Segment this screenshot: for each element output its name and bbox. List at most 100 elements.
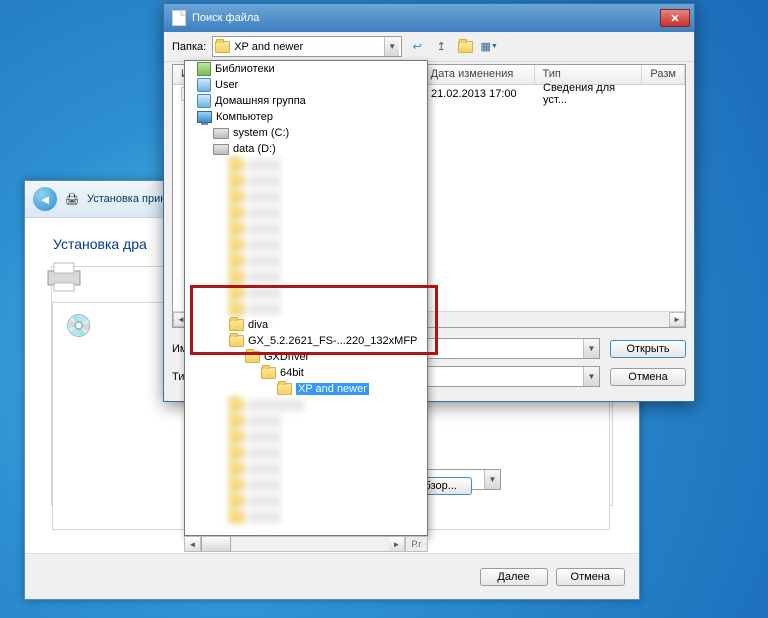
tree-node[interactable]: GX_5.2.2621_FS-...220_132xMFP [185,333,427,349]
up-folder-icon[interactable]: ↥ [432,38,450,56]
fold-icon [229,479,244,491]
fold-icon [229,415,244,427]
tree-node[interactable]: XP and newer [185,381,427,397]
tree-node-label: hidden [248,239,281,251]
tree-node[interactable]: hidden [185,189,427,205]
printer-icon: 🖨 [65,193,79,206]
tree-node-label: hidden [248,175,281,187]
fold-icon [245,351,260,363]
tree-node[interactable]: hidden [185,269,427,285]
cancel-button-finder[interactable]: Отмена [610,368,686,386]
tree-node-label: data (D:) [233,143,276,155]
scroll-right-icon[interactable]: ► [669,312,685,327]
tree-node[interactable]: diva [185,317,427,333]
scroll-thumb[interactable] [201,537,231,551]
lib-icon [197,62,211,76]
install-printer-title: Установка прин [87,193,166,205]
fold-icon [229,319,244,331]
fold-icon [229,271,244,283]
comp-icon [197,111,212,123]
tree-node[interactable]: 64bit [185,365,427,381]
fold-icon [229,463,244,475]
tree-node-label: hidden [248,223,281,235]
col-size[interactable]: Разм [642,65,685,84]
tree-node-label: hidden [248,431,281,443]
tree-node-label: hidden [248,479,281,491]
fold-icon [229,191,244,203]
tree-node-label: GX_5.2.2621_FS-...220_132xMFP [248,335,417,347]
tree-node[interactable]: hidden [185,509,427,525]
scroll-left-icon[interactable]: ◄ [185,537,201,551]
tree-node[interactable]: hidden [185,285,427,301]
tree-scroll-end: Р.г [405,537,427,551]
tree-node-label: hidden [248,447,281,459]
tree-node[interactable]: hidden [185,221,427,237]
back-button[interactable]: ◄ [33,187,57,211]
close-button[interactable]: ✕ [660,9,690,27]
tree-node-label: hidden [248,495,281,507]
tree-node-label: XP and newer [296,383,369,395]
tree-node-label: hidden [248,207,281,219]
fold-icon [261,367,276,379]
tree-node[interactable]: SoftDSetup [185,397,427,413]
tree-node[interactable]: Домашняя группа [185,93,427,109]
fold-icon [229,239,244,251]
drive-icon [213,128,229,139]
tree-node-label: GXDriver [264,351,309,363]
chevron-down-icon[interactable]: ▼ [484,470,500,489]
tree-node[interactable]: Компьютер [185,109,427,125]
tree-node[interactable]: hidden [185,445,427,461]
tree-node[interactable]: hidden [185,301,427,317]
tree-node-label: hidden [248,287,281,299]
tree-node[interactable]: hidden [185,477,427,493]
fold-icon [229,207,244,219]
folder-value: XP and newer [234,41,303,53]
tree-node[interactable]: GXDriver [185,349,427,365]
scroll-right-icon[interactable]: ► [389,537,405,551]
col-date[interactable]: Дата изменения [423,65,535,84]
new-folder-icon[interactable] [456,38,474,56]
go-back-icon[interactable]: ↩ [408,38,426,56]
tree-horizontal-scroll[interactable]: ◄ ► Р.г [184,536,428,552]
tree-node[interactable]: User [185,77,427,93]
tree-node-label: 64bit [280,367,304,379]
folder-label: Папка: [172,41,206,53]
fold-icon [229,159,244,171]
fold-icon [229,255,244,267]
file-finder-title: Поиск файла [192,12,259,24]
tree-node-label: hidden [248,255,281,267]
tree-node-label: Библиотеки [215,63,275,75]
user-icon [197,78,211,92]
tree-node[interactable]: hidden [185,253,427,269]
next-button[interactable]: Далее [480,568,548,586]
tree-node-label: hidden [248,463,281,475]
tree-node[interactable]: hidden [185,413,427,429]
tree-node-label: hidden [248,303,281,315]
tree-node[interactable]: hidden [185,429,427,445]
tree-node[interactable]: hidden [185,237,427,253]
fold-icon [229,399,244,411]
folder-tree-dropdown[interactable]: Библиотеки UserДомашняя группа Компьютер sy… [184,60,428,536]
tree-node[interactable]: hidden [185,493,427,509]
tree-node-label: diva [248,319,268,331]
cancel-button[interactable]: Отмена [556,568,625,586]
tree-node[interactable]: Библиотеки [185,61,427,77]
tree-node[interactable]: hidden [185,173,427,189]
tree-node[interactable]: hidden [185,157,427,173]
tree-node[interactable]: data (D:) [185,141,427,157]
tree-node-label: system (C:) [233,127,289,139]
tree-node[interactable]: hidden [185,461,427,477]
chevron-down-icon[interactable]: ▼ [583,339,599,358]
tree-node-label: hidden [248,271,281,283]
view-menu-icon[interactable]: ▦▼ [480,38,498,56]
chevron-down-icon[interactable]: ▼ [583,367,599,386]
tree-node-label: Компьютер [216,111,273,123]
chevron-down-icon[interactable]: ▼ [384,37,399,56]
file-finder-titlebar[interactable]: Поиск файла ✕ [164,4,694,32]
user-icon [197,94,211,108]
tree-node[interactable]: hidden [185,205,427,221]
fold-icon [229,175,244,187]
tree-node[interactable]: system (C:) [185,125,427,141]
folder-combo[interactable]: XP and newer ▼ [212,36,402,57]
open-button[interactable]: Открыть [610,340,686,358]
